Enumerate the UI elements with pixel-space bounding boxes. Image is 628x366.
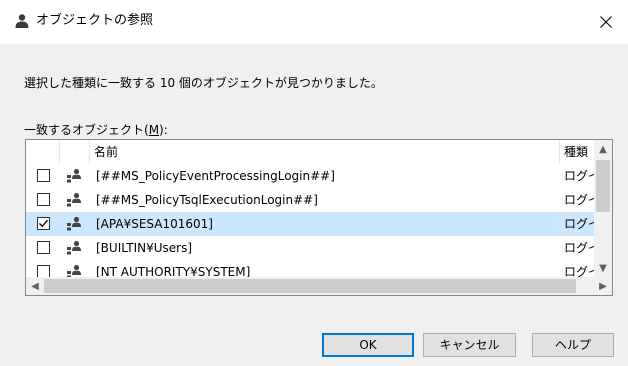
login-icon	[66, 168, 82, 184]
object-list[interactable]: 名前 種類 [##MS_PolicyEventProcessingLogin##…	[25, 139, 613, 296]
title-bar: オブジェクトの参照	[0, 0, 628, 44]
row-checkbox[interactable]	[37, 193, 50, 206]
result-message: 選択した種類に一致する 10 個のオブジェクトが見つかりました。	[24, 76, 383, 90]
row-name: [##MS_PolicyEventProcessingLogin##]	[96, 169, 335, 183]
row-type: ログイン	[564, 217, 596, 231]
checkbox-column-header[interactable]	[26, 140, 60, 164]
row-type: ログイン	[564, 193, 596, 207]
vertical-scroll-thumb[interactable]	[596, 160, 610, 212]
help-button[interactable]: ヘルプ	[532, 333, 614, 357]
vertical-scrollbar[interactable]: ▲ ▼	[594, 140, 612, 277]
row-name: [APA¥SESA101601]	[96, 217, 213, 231]
row-type: ログイン	[564, 241, 596, 255]
scroll-right-icon[interactable]: ▶	[594, 277, 612, 295]
row-checkbox-checked[interactable]	[37, 217, 50, 230]
horizontal-scroll-thumb[interactable]	[44, 279, 576, 293]
name-column-header[interactable]: 名前	[90, 140, 560, 164]
ok-button[interactable]: OK	[322, 333, 414, 357]
row-name: [BUILTIN¥Users]	[96, 241, 193, 255]
list-row[interactable]: [##MS_PolicyEventProcessingLogin##] ログイン	[26, 164, 596, 188]
select-object-dialog: オブジェクトの参照 選択した種類に一致する 10 個のオブジェクトが見つかりまし…	[0, 0, 628, 366]
checkmark-icon	[39, 219, 48, 228]
close-icon	[600, 16, 612, 28]
scroll-down-icon[interactable]: ▼	[594, 259, 612, 277]
login-icon	[66, 216, 82, 232]
row-type: ログイン	[564, 169, 596, 183]
scroll-up-icon[interactable]: ▲	[594, 140, 612, 158]
matching-objects-label: 一致するオブジェクト(M):	[24, 123, 168, 137]
row-name: [##MS_PolicyTsqlExecutionLogin##]	[96, 193, 318, 207]
icon-column-header[interactable]	[60, 140, 90, 164]
list-row[interactable]: [##MS_PolicyTsqlExecutionLogin##] ログイン	[26, 188, 596, 212]
horizontal-scrollbar[interactable]: ◀ ▶	[26, 277, 612, 295]
row-checkbox[interactable]	[37, 169, 50, 182]
scroll-left-icon[interactable]: ◀	[26, 277, 44, 295]
type-column-header[interactable]: 種類	[560, 140, 596, 164]
list-header: 名前 種類	[26, 140, 596, 164]
close-button[interactable]	[584, 0, 628, 44]
login-icon	[66, 240, 82, 256]
list-row-selected[interactable]: [APA¥SESA101601] ログイン	[26, 212, 596, 236]
dialog-title: オブジェクトの参照	[36, 13, 154, 28]
row-checkbox[interactable]	[37, 241, 50, 254]
user-icon	[14, 13, 30, 29]
login-icon	[66, 192, 82, 208]
cancel-button[interactable]: キャンセル	[423, 333, 516, 357]
list-row[interactable]: [BUILTIN¥Users] ログイン	[26, 236, 596, 260]
